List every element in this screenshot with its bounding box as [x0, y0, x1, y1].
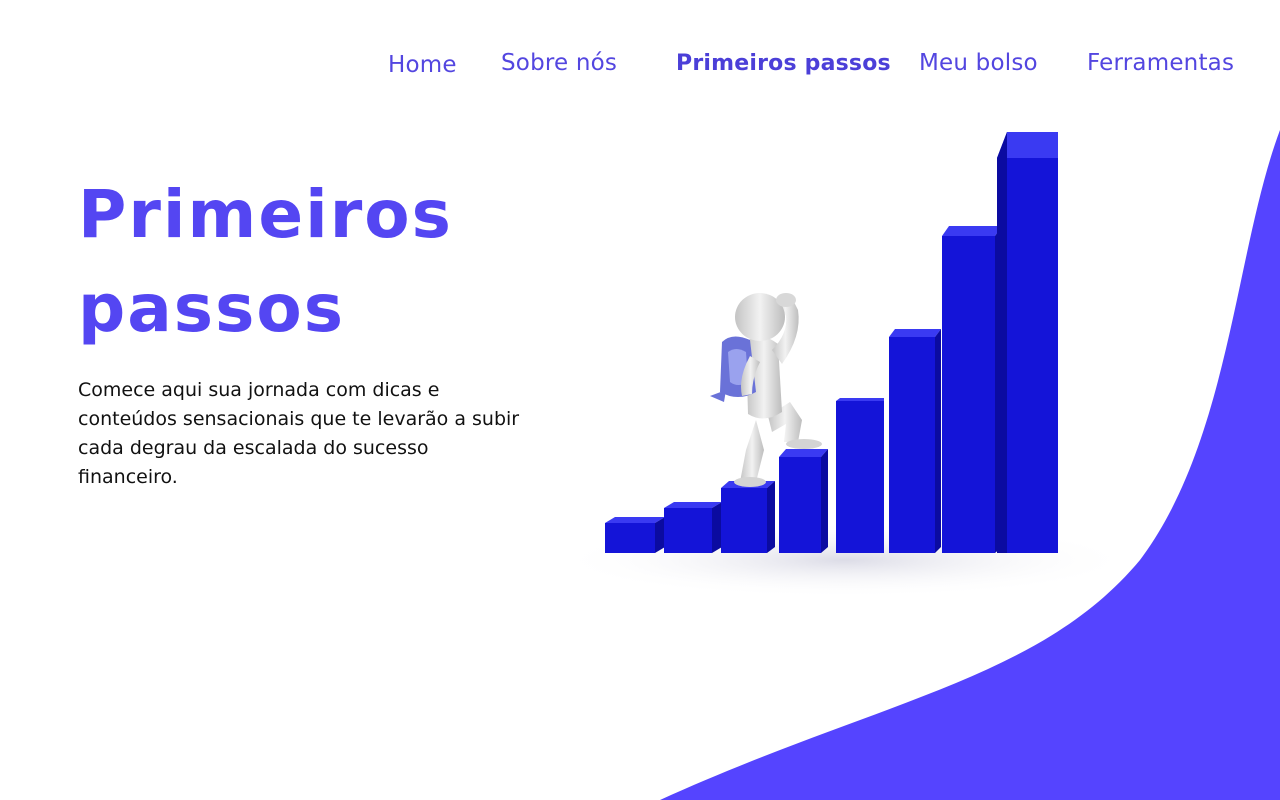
bar-5 [836, 398, 884, 553]
main-nav: Home Sobre nós Primeiros passos Meu bols… [0, 44, 1280, 84]
bar-4 [779, 449, 828, 553]
bar-8 [997, 132, 1058, 553]
nav-item-primeiros-passos[interactable]: Primeiros passos [676, 51, 891, 76]
climbing-figure-bar-chart-illustration [560, 132, 1120, 598]
hero-description: Comece aqui sua jornada com dicas e cont… [78, 379, 520, 488]
bar-7 [942, 226, 1002, 553]
bar-3 [721, 481, 775, 553]
bar-6 [889, 329, 941, 553]
bar-chart-bars [605, 132, 1058, 553]
nav-item-meu-bolso[interactable]: Meu bolso [919, 50, 1038, 76]
nav-item-ferramentas[interactable]: Ferramentas [1087, 50, 1234, 76]
page-title: Primeiros passos [78, 176, 453, 347]
nav-item-home[interactable]: Home [388, 52, 457, 78]
nav-item-sobre-nos[interactable]: Sobre nós [501, 50, 617, 76]
bar-1 [605, 517, 665, 553]
bar-2 [664, 502, 722, 553]
